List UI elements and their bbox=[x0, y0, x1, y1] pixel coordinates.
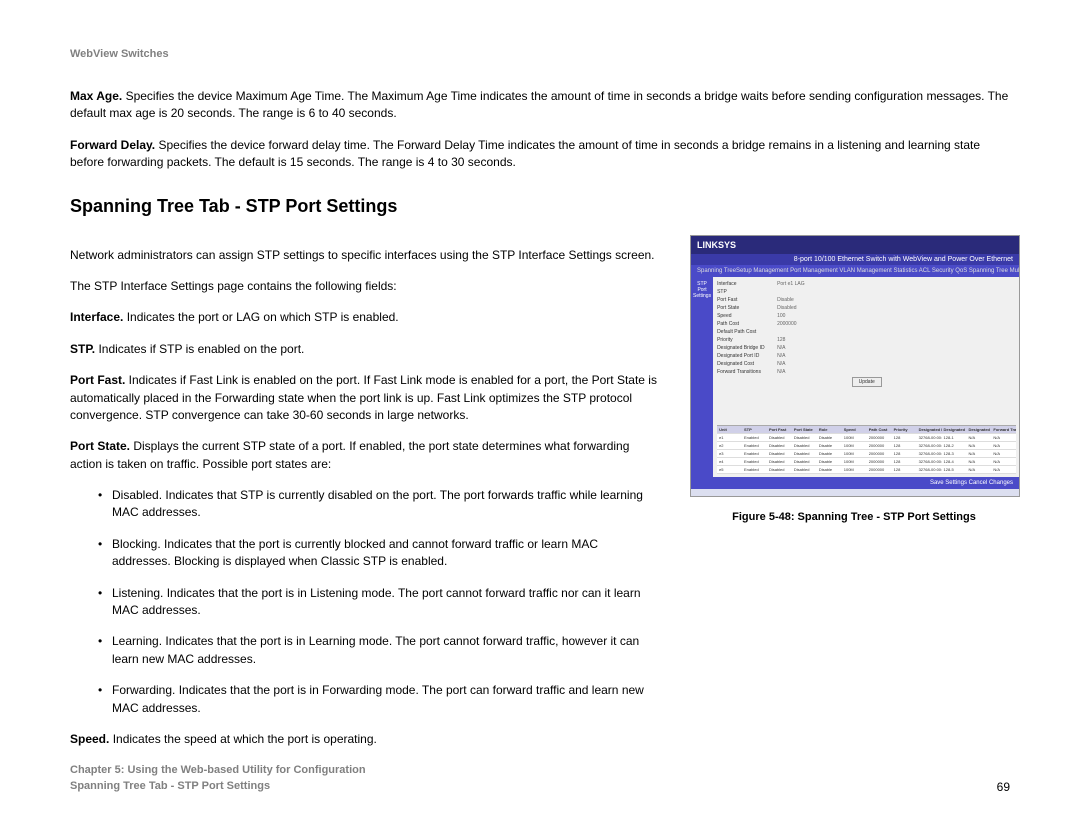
text-listening: Indicates that the port is in Listening … bbox=[112, 586, 641, 617]
para-intro2: The STP Interface Settings page contains… bbox=[70, 278, 660, 295]
list-item: Listening. Indicates that the port is in… bbox=[98, 585, 660, 620]
fig-field-row: Default Path Cost bbox=[717, 329, 1016, 335]
fig-main-panel: InterfacePort e1 LAG STP Port FastDisable P… bbox=[713, 277, 1020, 477]
text-forwarding: Indicates that the port is in Forwarding… bbox=[112, 683, 644, 714]
text-portstate: Displays the current STP state of a port… bbox=[70, 439, 629, 470]
fig-nav-items: Setup Management Port Management VLAN Ma… bbox=[736, 268, 1020, 274]
header-label: WebView Switches bbox=[70, 48, 1010, 60]
list-item: Learning. Indicates that the port is in … bbox=[98, 633, 660, 668]
term-learning: Learning. bbox=[112, 634, 162, 648]
fig-brand: LINKSYS bbox=[691, 236, 1019, 254]
document-page: WebView Switches Max Age. Specifies the … bbox=[0, 0, 1080, 834]
text-stp: Indicates if STP is enabled on the port. bbox=[95, 342, 304, 356]
text-blocking: Indicates that the port is currently blo… bbox=[112, 537, 598, 568]
field-stp: STP. Indicates if STP is enabled on the … bbox=[70, 341, 660, 358]
fig-field-row: Designated CostN/A bbox=[717, 361, 1016, 367]
term-forward-delay: Forward Delay. bbox=[70, 138, 155, 152]
field-portstate: Port State. Displays the current STP sta… bbox=[70, 438, 660, 473]
field-portfast: Port Fast. Indicates if Fast Link is ena… bbox=[70, 372, 660, 424]
text-disabled: Indicates that STP is currently disabled… bbox=[112, 488, 643, 519]
text-learning: Indicates that the port is in Learning m… bbox=[112, 634, 639, 665]
fig-field-row: InterfacePort e1 LAG bbox=[717, 281, 1016, 287]
term-portstate: Port State. bbox=[70, 439, 130, 453]
term-interface: Interface. bbox=[70, 310, 123, 324]
term-disabled: Disabled. bbox=[112, 488, 162, 502]
figure-caption: Figure 5-48: Spanning Tree - STP Port Se… bbox=[690, 511, 1018, 523]
term-portfast: Port Fast. bbox=[70, 373, 125, 387]
fig-field-row: Priority128 bbox=[717, 337, 1016, 343]
fig-table: UnitSTPPort FastPort StateRoleSpeedPath … bbox=[717, 425, 1016, 474]
fig-field-row: Designated Bridge IDN/A bbox=[717, 345, 1016, 351]
text-speed: Indicates the speed at which the port is… bbox=[109, 732, 377, 746]
term-max-age: Max Age. bbox=[70, 89, 122, 103]
field-interface: Interface. Indicates the port or LAG on … bbox=[70, 309, 660, 326]
fig-field-row: Path Cost2000000 bbox=[717, 321, 1016, 327]
page-footer: Chapter 5: Using the Web-based Utility f… bbox=[70, 763, 1010, 794]
list-item: Blocking. Indicates that the port is cur… bbox=[98, 536, 660, 571]
list-item: Forwarding. Indicates that the port is i… bbox=[98, 682, 660, 717]
text-interface: Indicates the port or LAG on which STP i… bbox=[123, 310, 398, 324]
fig-nav: Spanning Tree Setup Management Port Mana… bbox=[691, 265, 1019, 277]
term-speed: Speed. bbox=[70, 732, 109, 746]
page-number: 69 bbox=[997, 780, 1010, 794]
fig-footer-buttons: Save Settings Cancel Changes bbox=[691, 477, 1019, 489]
fig-field-row: Speed100 bbox=[717, 313, 1016, 319]
field-speed: Speed. Indicates the speed at which the … bbox=[70, 731, 660, 748]
fig-update-button: Update bbox=[852, 377, 882, 387]
figure-screenshot: LINKSYS 8-port 10/100 Ethernet Switch wi… bbox=[690, 235, 1020, 497]
term-stp: STP. bbox=[70, 342, 95, 356]
term-blocking: Blocking. bbox=[112, 537, 161, 551]
text-portfast: Indicates if Fast Link is enabled on the… bbox=[70, 373, 657, 422]
fig-side-label: STP Port Settings bbox=[691, 277, 713, 477]
fig-field-row: Forward TransitionsN/A bbox=[717, 369, 1016, 375]
footer-chapter: Chapter 5: Using the Web-based Utility f… bbox=[70, 763, 366, 778]
fig-nav-left: Spanning Tree bbox=[697, 268, 736, 274]
para-intro1: Network administrators can assign STP se… bbox=[70, 247, 660, 264]
fig-field-row: Port StateDisabled bbox=[717, 305, 1016, 311]
fig-subtitle: 8-port 10/100 Ethernet Switch with WebVi… bbox=[691, 254, 1019, 265]
fig-field-row: Designated Port IDN/A bbox=[717, 353, 1016, 359]
footer-section: Spanning Tree Tab - STP Port Settings bbox=[70, 779, 366, 794]
term-listening: Listening. bbox=[112, 586, 163, 600]
fig-field-row: Port FastDisable bbox=[717, 297, 1016, 303]
term-forwarding: Forwarding. bbox=[112, 683, 175, 697]
para-forward-delay: Forward Delay. Specifies the device forw… bbox=[70, 137, 1010, 172]
figure: LINKSYS 8-port 10/100 Ethernet Switch wi… bbox=[690, 235, 1018, 523]
fig-field-row: STP bbox=[717, 289, 1016, 295]
text-max-age: Specifies the device Maximum Age Time. T… bbox=[70, 89, 1008, 120]
port-state-list: Disabled. Indicates that STP is currentl… bbox=[70, 487, 660, 717]
figure-column: LINKSYS 8-port 10/100 Ethernet Switch wi… bbox=[690, 235, 1020, 523]
text-forward-delay: Specifies the device forward delay time.… bbox=[70, 138, 980, 169]
text-column: Network administrators can assign STP se… bbox=[70, 235, 660, 763]
list-item: Disabled. Indicates that STP is currentl… bbox=[98, 487, 660, 522]
para-max-age: Max Age. Specifies the device Maximum Ag… bbox=[70, 88, 1010, 123]
section-title: Spanning Tree Tab - STP Port Settings bbox=[70, 196, 1010, 217]
